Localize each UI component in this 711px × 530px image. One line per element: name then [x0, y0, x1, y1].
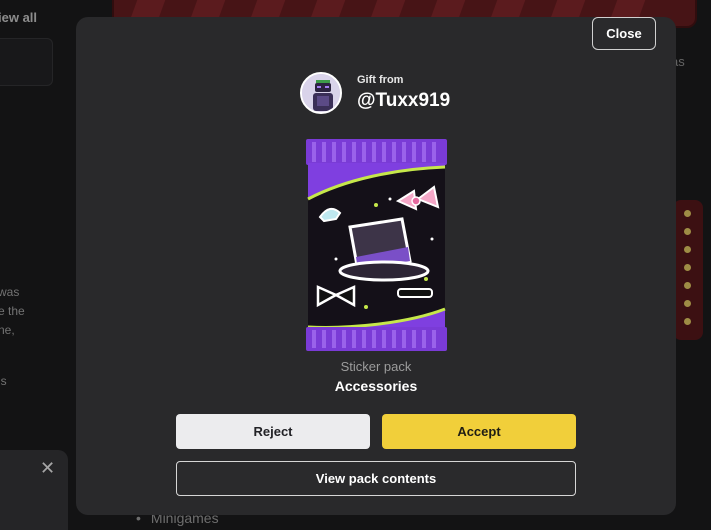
- sender-username: @Tuxx919: [357, 90, 451, 111]
- view-pack-contents-button[interactable]: View pack contents: [176, 461, 576, 496]
- sticker-pack-image: [306, 139, 447, 351]
- sunglasses-icon: [397, 288, 433, 298]
- pack-type-label: Sticker pack: [340, 359, 412, 374]
- close-button[interactable]: Close: [592, 17, 656, 50]
- pack-name: Accessories: [334, 378, 418, 394]
- reject-button[interactable]: Reject: [176, 414, 370, 449]
- gift-modal: Close Gift from @Tuxx919 Sticker pack Ac…: [76, 17, 676, 515]
- avatar: [300, 72, 342, 114]
- gift-from-label: Gift from: [357, 74, 404, 86]
- accept-button[interactable]: Accept: [382, 414, 576, 449]
